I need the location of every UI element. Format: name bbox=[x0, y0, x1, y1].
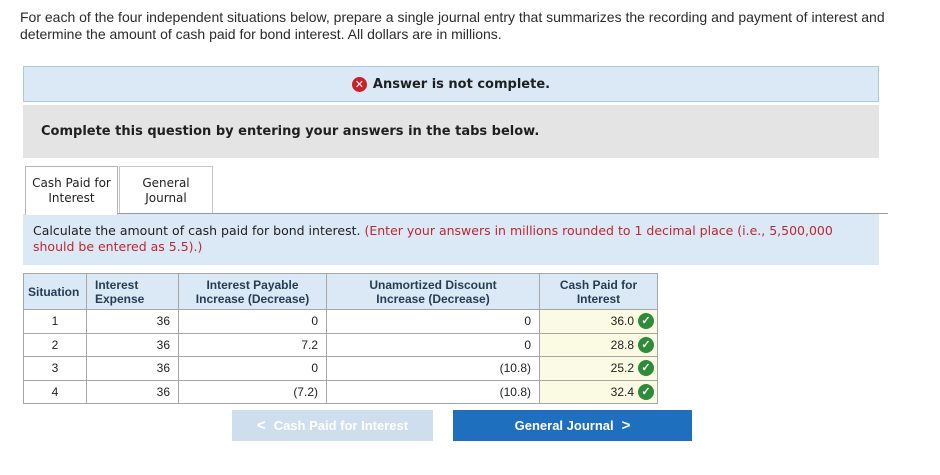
cash-paid-value: 36.0 bbox=[610, 314, 634, 329]
cash-paid-input[interactable]: 36.0 ✓ bbox=[539, 309, 658, 334]
next-tab-label: General Journal bbox=[514, 418, 614, 433]
cell-interest-payable: 0 bbox=[178, 309, 327, 334]
calc-prefix: Calculate the amount of cash paid for bo… bbox=[33, 223, 361, 238]
header-unamortized-discount: Unamortized Discount Increase (Decrease) bbox=[326, 273, 540, 310]
cell-interest-payable: 7.2 bbox=[178, 332, 327, 357]
table-row: 2 36 7.2 0 28.8 ✓ bbox=[23, 332, 658, 357]
answer-status-banner: ✕ Answer is not complete. bbox=[23, 66, 879, 102]
cell-unamortized-discount: (10.8) bbox=[326, 379, 540, 404]
header-situation: Situation bbox=[23, 273, 87, 310]
cell-unamortized-discount: 0 bbox=[326, 332, 540, 357]
table-row: 3 36 0 (10.8) 25.2 ✓ bbox=[23, 356, 658, 381]
instruction-bar: Complete this question by entering your … bbox=[23, 105, 879, 158]
cash-paid-value: 32.4 bbox=[610, 384, 634, 399]
check-icon: ✓ bbox=[638, 383, 654, 400]
cash-paid-value: 28.8 bbox=[610, 337, 634, 352]
table-header-row: Situation Interest Expense Interest Payab… bbox=[23, 273, 658, 310]
question-intro: For each of the four independent situati… bbox=[20, 9, 885, 42]
header-interest-payable: Interest Payable Increase (Decrease) bbox=[178, 273, 327, 310]
table-row: 1 36 0 0 36.0 ✓ bbox=[23, 309, 658, 334]
tab-label-line2: Journal bbox=[145, 190, 187, 205]
tab-label-line2: Interest bbox=[48, 191, 95, 205]
answer-status-text: Answer is not complete. bbox=[372, 76, 551, 92]
header-interest-expense: Interest Expense bbox=[86, 273, 179, 310]
cash-paid-input[interactable]: 32.4 ✓ bbox=[539, 379, 658, 404]
table-row: 4 36 (7.2) (10.8) 32.4 ✓ bbox=[23, 379, 658, 404]
cell-interest-expense: 36 bbox=[86, 356, 179, 381]
cash-paid-value: 25.2 bbox=[610, 361, 634, 376]
cell-interest-expense: 36 bbox=[86, 309, 179, 334]
header-cash-paid: Cash Paid for Interest bbox=[539, 273, 658, 310]
tab-general-journal[interactable]: General Journal bbox=[119, 166, 213, 214]
cash-paid-input[interactable]: 25.2 ✓ bbox=[539, 356, 658, 381]
check-icon: ✓ bbox=[638, 336, 654, 353]
calc-instructions: Calculate the amount of cash paid for bo… bbox=[23, 214, 879, 265]
tab-cash-paid-for-interest[interactable]: Cash Paid for Interest bbox=[25, 166, 118, 215]
cell-situation: 3 bbox=[23, 356, 87, 381]
chevron-right-icon: > bbox=[621, 417, 631, 434]
cash-paid-input[interactable]: 28.8 ✓ bbox=[539, 332, 658, 357]
cell-interest-expense: 36 bbox=[86, 332, 179, 357]
tab-bar: Cash Paid for Interest General Journal bbox=[25, 166, 888, 215]
check-icon: ✓ bbox=[638, 360, 654, 377]
cell-situation: 4 bbox=[23, 379, 87, 404]
prev-tab-label: Cash Paid for Interest bbox=[273, 418, 409, 433]
cell-situation: 2 bbox=[23, 332, 87, 357]
tab-label-line1: General bbox=[142, 175, 190, 190]
cash-paid-table: Situation Interest Expense Interest Payab… bbox=[23, 273, 658, 404]
cell-unamortized-discount: (10.8) bbox=[326, 356, 540, 381]
cell-situation: 1 bbox=[23, 309, 87, 334]
chevron-left-icon: < bbox=[256, 417, 266, 434]
next-tab-button[interactable]: General Journal > bbox=[453, 410, 692, 441]
prev-tab-button[interactable]: < Cash Paid for Interest bbox=[232, 410, 433, 441]
tab-label-line1: Cash Paid for bbox=[32, 176, 111, 190]
cell-interest-payable: 0 bbox=[178, 356, 327, 381]
instruction-text: Complete this question by entering your … bbox=[41, 124, 540, 139]
check-icon: ✓ bbox=[638, 313, 654, 330]
x-circle-icon: ✕ bbox=[351, 76, 367, 92]
cell-interest-payable: (7.2) bbox=[178, 379, 327, 404]
cell-interest-expense: 36 bbox=[86, 379, 179, 404]
cell-unamortized-discount: 0 bbox=[326, 309, 540, 334]
